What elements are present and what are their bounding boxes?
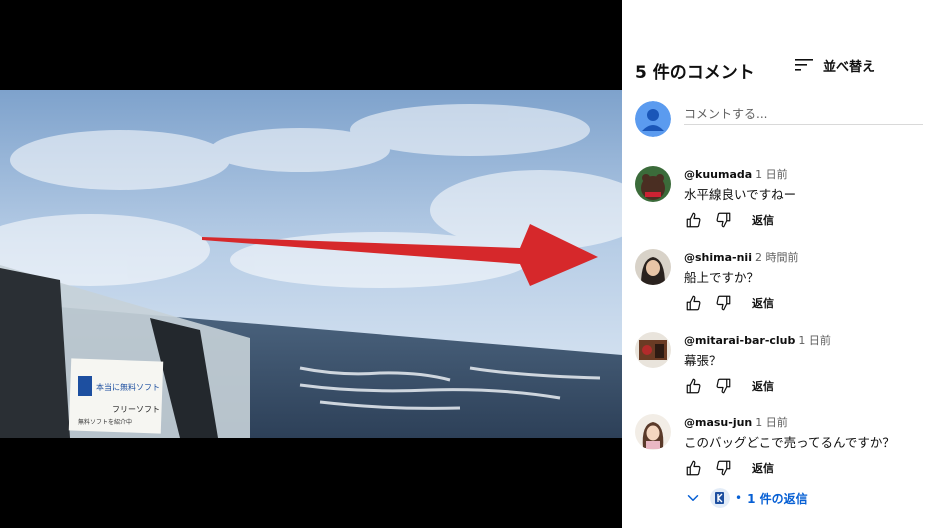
avatar[interactable] [635,249,671,285]
comment-actions: 返信 [684,376,774,396]
dislike-button[interactable] [713,210,733,230]
comment-time[interactable]: 1 日前 [755,168,788,181]
comment-item: @masu-jun 1 日前 このバッグどこで売ってるんですか？ 返信 [635,414,930,494]
comment-item: @kuumada 1 日前 水平線良いですねー 返信 [635,166,930,246]
reply-button[interactable]: 返信 [752,460,774,476]
comment-time[interactable]: 2 時間前 [755,251,799,264]
reply-button[interactable]: 返信 [752,378,774,394]
sort-icon [795,59,813,71]
thumbs-up-icon [686,295,701,311]
comment-actions: 返信 [684,293,774,313]
dislike-button[interactable] [713,293,733,313]
comment-input[interactable] [684,103,923,125]
comment-actions: 返信 [684,458,774,478]
comment-author[interactable]: @kuumada [684,168,752,181]
comment-item: @shima-nii 2 時間前 船上ですか？ 返信 [635,249,930,329]
comment-item: @mitarai-bar-club 1 日前 幕張？ 返信 [635,332,930,412]
comment-actions: 返信 [684,210,774,230]
like-button[interactable] [684,458,704,478]
svg-text:フリーソフト: フリーソフト [112,405,160,414]
avatar[interactable] [635,332,671,368]
svg-text:本当に無料ソフト: 本当に無料ソフト [96,382,160,392]
like-button[interactable] [684,376,704,396]
comments-count-title: 5 件のコメント [635,63,755,83]
thumbs-up-icon [686,378,701,394]
comment-author[interactable]: @shima-nii [684,251,752,264]
comment-author[interactable]: @mitarai-bar-club [684,334,795,347]
comment-text: 水平線良いですねー [684,187,797,202]
comment-text: このバッグどこで売ってるんですか？ [684,435,895,450]
sort-label: 並べ替え [823,59,876,75]
dislike-button[interactable] [713,458,733,478]
thumbs-down-icon [716,460,731,476]
replies-count-label: 1 件の返信 [747,491,808,506]
avatar[interactable] [635,414,671,450]
comments-header: 5 件のコメント 並べ替え [635,56,925,83]
chevron-down-icon [687,495,699,501]
thumbs-down-icon [716,378,731,394]
reply-author-avatar [710,488,730,508]
comment-author[interactable]: @masu-jun [684,416,752,429]
reply-button[interactable]: 返信 [752,295,774,311]
reply-button[interactable]: 返信 [752,212,774,228]
video-frame: 本当に無料ソフト フリーソフト 無料ソフトを紹介中 [0,90,622,438]
separator-dot: • [735,491,743,505]
comment-time[interactable]: 1 日前 [755,416,788,429]
thumbs-down-icon [716,295,731,311]
thumbs-up-icon [686,212,701,228]
comment-text: 船上ですか？ [684,270,760,285]
video-player[interactable]: 本当に無料ソフト フリーソフト 無料ソフトを紹介中 [0,0,622,528]
dislike-button[interactable] [713,376,733,396]
show-replies-button[interactable]: • 1 件の返信 [684,486,808,510]
comment-text: 幕張？ [684,353,722,368]
sort-button[interactable]: 並べ替え [795,56,876,75]
comment-composer [635,101,925,137]
avatar[interactable] [635,166,671,202]
comments-panel: 5 件のコメント 並べ替え コメントする... @kuumada 1 日前 水平… [622,0,938,528]
user-avatar-icon [635,101,671,137]
svg-text:無料ソフトを紹介中: 無料ソフトを紹介中 [78,418,132,426]
like-button[interactable] [684,210,704,230]
like-button[interactable] [684,293,704,313]
thumbs-down-icon [716,212,731,228]
comment-time[interactable]: 1 日前 [798,334,831,347]
thumbs-up-icon [686,460,701,476]
